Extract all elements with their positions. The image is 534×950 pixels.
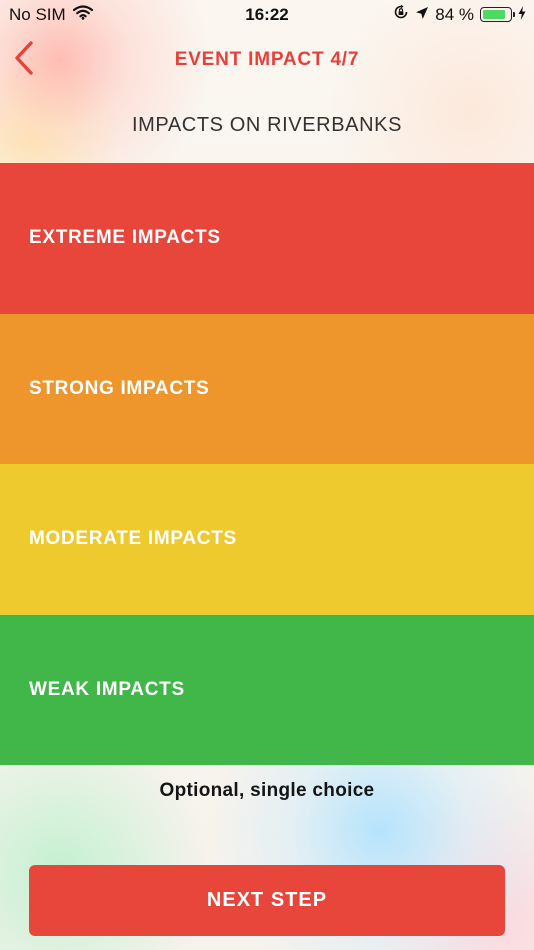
nav-bar: EVENT IMPACT 4/7 — [0, 30, 534, 90]
status-bar: No SIM 16:22 84 % — [0, 0, 534, 30]
charging-bolt-icon — [518, 5, 526, 25]
battery-icon — [480, 7, 515, 22]
choice-label: EXTREME IMPACTS — [29, 227, 221, 249]
choice-label: WEAK IMPACTS — [29, 678, 185, 700]
selection-hint: Optional, single choice — [159, 780, 375, 801]
battery-percent: 84 % — [435, 4, 474, 24]
location-arrow-icon — [415, 5, 429, 25]
choice-extreme-impacts[interactable]: EXTREME IMPACTS — [0, 163, 534, 314]
choice-weak-impacts[interactable]: WEAK IMPACTS — [0, 614, 534, 765]
impact-choice-list: EXTREME IMPACTS STRONG IMPACTS MODERATE … — [0, 163, 534, 765]
question-title: IMPACTS ON RIVERBANKS — [131, 114, 403, 136]
choice-strong-impacts[interactable]: STRONG IMPACTS — [0, 313, 534, 464]
battery-level-fill — [483, 10, 505, 19]
orientation-lock-icon — [393, 4, 409, 25]
choice-moderate-impacts[interactable]: MODERATE IMPACTS — [0, 464, 534, 615]
battery-tip — [513, 12, 515, 17]
status-right: 84 % — [393, 4, 526, 25]
choice-label: MODERATE IMPACTS — [29, 528, 237, 550]
next-step-button[interactable]: NEXT STEP — [29, 865, 505, 936]
page-title: EVENT IMPACT 4/7 — [174, 49, 360, 70]
choice-label: STRONG IMPACTS — [29, 377, 210, 399]
